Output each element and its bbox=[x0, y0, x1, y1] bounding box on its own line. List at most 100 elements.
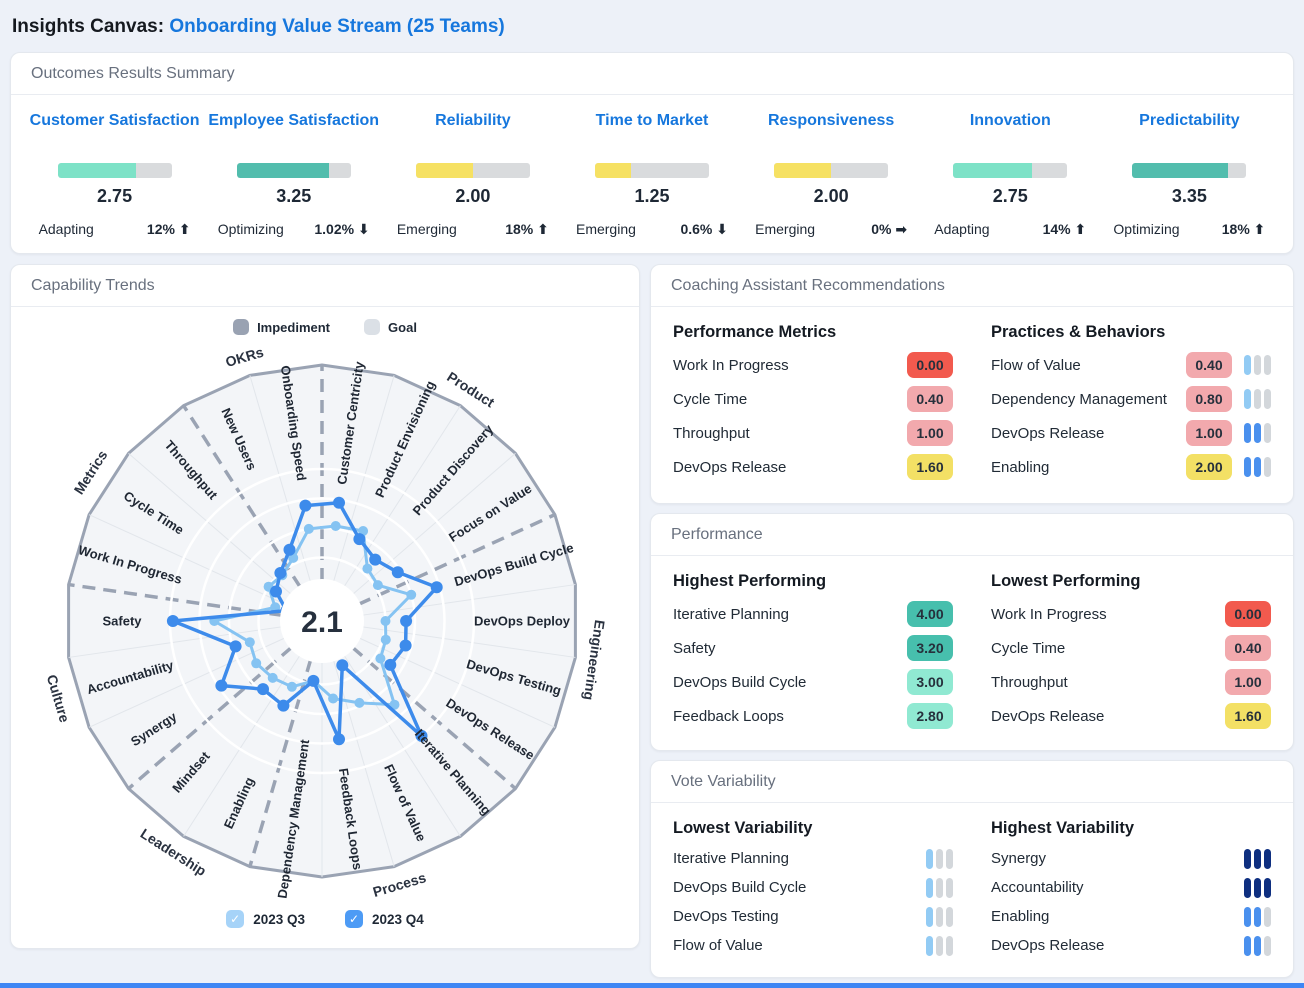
column-heading: Highest Variability bbox=[991, 819, 1135, 837]
row-label: Enabling bbox=[991, 908, 1050, 925]
outcome-progress-bar bbox=[953, 163, 1068, 178]
bar-segment bbox=[1244, 877, 1251, 898]
bar-segment bbox=[936, 906, 943, 927]
outcome-card-title[interactable]: Reliability bbox=[383, 109, 562, 159]
list-row: Dependency Management 0.80 bbox=[991, 382, 1271, 416]
radar-group-label: OKRs bbox=[224, 344, 266, 370]
bar-segment bbox=[1254, 457, 1261, 477]
vote-variability-columns: Lowest Variability Iterative Planning DevO… bbox=[651, 803, 1293, 970]
radar-data-point bbox=[274, 567, 287, 579]
radar-data-point bbox=[380, 634, 391, 645]
radar-data-point bbox=[380, 616, 391, 626]
list-row: Iterative Planning bbox=[673, 844, 953, 873]
outcome-card-title[interactable]: Employee Satisfaction bbox=[204, 109, 383, 159]
outcome-level: Emerging bbox=[396, 221, 457, 237]
value-stream-link[interactable]: Onboarding Value Stream (25 Teams) bbox=[169, 16, 504, 37]
outcome-card: Time to Market 1.25 Emerging 0.6% ⬇ bbox=[562, 109, 741, 238]
legend-label: Goal bbox=[388, 319, 417, 335]
outcome-change: 12% ⬆ bbox=[146, 221, 191, 238]
trend-flat-icon: ➡ bbox=[895, 222, 908, 238]
trend-down-icon: ⬇ bbox=[716, 222, 728, 238]
list-row: Accountability bbox=[991, 873, 1271, 902]
bar-segment bbox=[1244, 389, 1251, 409]
outcome-progress-bar bbox=[236, 163, 351, 178]
list-row: Enabling bbox=[991, 902, 1271, 931]
outcome-progress-fill bbox=[594, 163, 631, 178]
outcome-progress-bar bbox=[415, 163, 530, 178]
radar-data-point bbox=[299, 499, 312, 512]
score-badge: 3.20 bbox=[907, 635, 953, 661]
variability-bars-icon bbox=[1244, 355, 1271, 375]
outcome-level: Adapting bbox=[934, 221, 990, 237]
score-badge: 2.00 bbox=[1186, 454, 1232, 480]
radar-data-point bbox=[354, 697, 365, 708]
radar-filters: ✓ 2023 Q3 ✓ 2023 Q4 bbox=[11, 910, 639, 928]
radar-data-point bbox=[406, 589, 417, 600]
outcome-level: Optimizing bbox=[217, 221, 284, 237]
page-title: Insights Canvas: Onboarding Value Stream… bbox=[12, 16, 1292, 38]
outcome-meta: Emerging 0.6% ⬇ bbox=[576, 221, 728, 238]
radar-group-label: Process bbox=[371, 869, 428, 900]
list-row: Iterative Planning 4.00 bbox=[673, 597, 953, 631]
outcome-value: 2.75 bbox=[97, 186, 133, 206]
outcome-value: 2.75 bbox=[992, 186, 1028, 206]
trend-up-icon: ⬆ bbox=[1253, 222, 1266, 238]
list-column: Lowest Performing Work In Progress 0.00 Cyc… bbox=[991, 572, 1271, 733]
radar-data-point bbox=[303, 523, 314, 534]
outcome-card-title[interactable]: Innovation bbox=[921, 109, 1100, 159]
column-heading: Performance Metrics bbox=[673, 323, 837, 341]
radar-data-point bbox=[333, 733, 345, 746]
outcome-change: 1.02% ⬇ bbox=[314, 221, 370, 238]
bar-segment bbox=[1254, 355, 1261, 375]
score-badge: 0.80 bbox=[1186, 386, 1232, 412]
score-badge: 0.40 bbox=[907, 386, 953, 412]
bar-segment bbox=[926, 935, 933, 956]
capability-radar-chart: 2.1Customer Centricity Product Envisionin… bbox=[44, 344, 608, 900]
performance-panel: Performance Highest Performing Iterative … bbox=[650, 513, 1294, 751]
series-filter-checkbox[interactable]: ✓ 2023 Q4 bbox=[345, 910, 424, 928]
variability-bars-icon bbox=[926, 935, 953, 956]
score-badge: 0.00 bbox=[907, 352, 953, 378]
bar-segment bbox=[1254, 389, 1261, 409]
row-label: Feedback Loops bbox=[673, 707, 784, 725]
page-title-prefix: Insights Canvas: bbox=[12, 16, 165, 37]
row-label: DevOps Build Cycle bbox=[673, 879, 807, 896]
row-label: DevOps Release bbox=[991, 937, 1105, 954]
outcome-progress-bar bbox=[57, 163, 172, 178]
row-label: Accountability bbox=[991, 879, 1084, 896]
score-badge: 2.80 bbox=[907, 703, 953, 729]
checkbox-icon: ✓ bbox=[345, 910, 363, 928]
outcome-value: 1.25 bbox=[634, 186, 670, 206]
variability-bars-icon bbox=[1244, 877, 1271, 898]
performance-columns: Highest Performing Iterative Planning 4.00… bbox=[651, 556, 1293, 743]
bottom-accent-strip bbox=[0, 983, 1304, 988]
variability-bars-icon bbox=[1244, 457, 1271, 477]
outcome-level: Emerging bbox=[755, 221, 816, 237]
radar-data-point bbox=[353, 533, 366, 546]
score-badge: 1.00 bbox=[1186, 420, 1232, 446]
coaching-recommendations-panel: Coaching Assistant Recommendations Perfo… bbox=[650, 264, 1294, 504]
list-row: DevOps Release 1.60 bbox=[673, 450, 953, 484]
radar-data-point bbox=[372, 580, 383, 591]
outcome-card-title[interactable]: Time to Market bbox=[562, 109, 741, 159]
bar-segment bbox=[1264, 877, 1271, 898]
variability-bars-icon bbox=[926, 906, 953, 927]
list-row: DevOps Release bbox=[991, 931, 1271, 960]
capability-trends-panel: Capability Trends Impediment Goal 2.1 Cust… bbox=[10, 264, 640, 949]
outcome-card-title[interactable]: Customer Satisfaction bbox=[25, 109, 204, 159]
row-label: DevOps Build Cycle bbox=[673, 673, 807, 691]
variability-bars-icon bbox=[1244, 423, 1271, 443]
outcome-card: Innovation 2.75 Adapting 14% ⬆ bbox=[921, 109, 1100, 238]
list-row: Enabling 2.00 bbox=[991, 450, 1271, 484]
outcome-card-title[interactable]: Predictability bbox=[1100, 109, 1279, 159]
row-label: Throughput bbox=[673, 424, 750, 442]
outcome-progress-fill bbox=[774, 163, 832, 178]
variability-bars-icon bbox=[1244, 389, 1271, 409]
radar-data-point bbox=[257, 683, 269, 696]
series-filter-checkbox[interactable]: ✓ 2023 Q3 bbox=[226, 910, 305, 928]
radar-data-point bbox=[333, 496, 345, 509]
radar-data-point bbox=[283, 543, 296, 556]
radar-data-point bbox=[270, 585, 282, 598]
bar-segment bbox=[946, 935, 953, 956]
outcome-card-title[interactable]: Responsiveness bbox=[742, 109, 921, 159]
